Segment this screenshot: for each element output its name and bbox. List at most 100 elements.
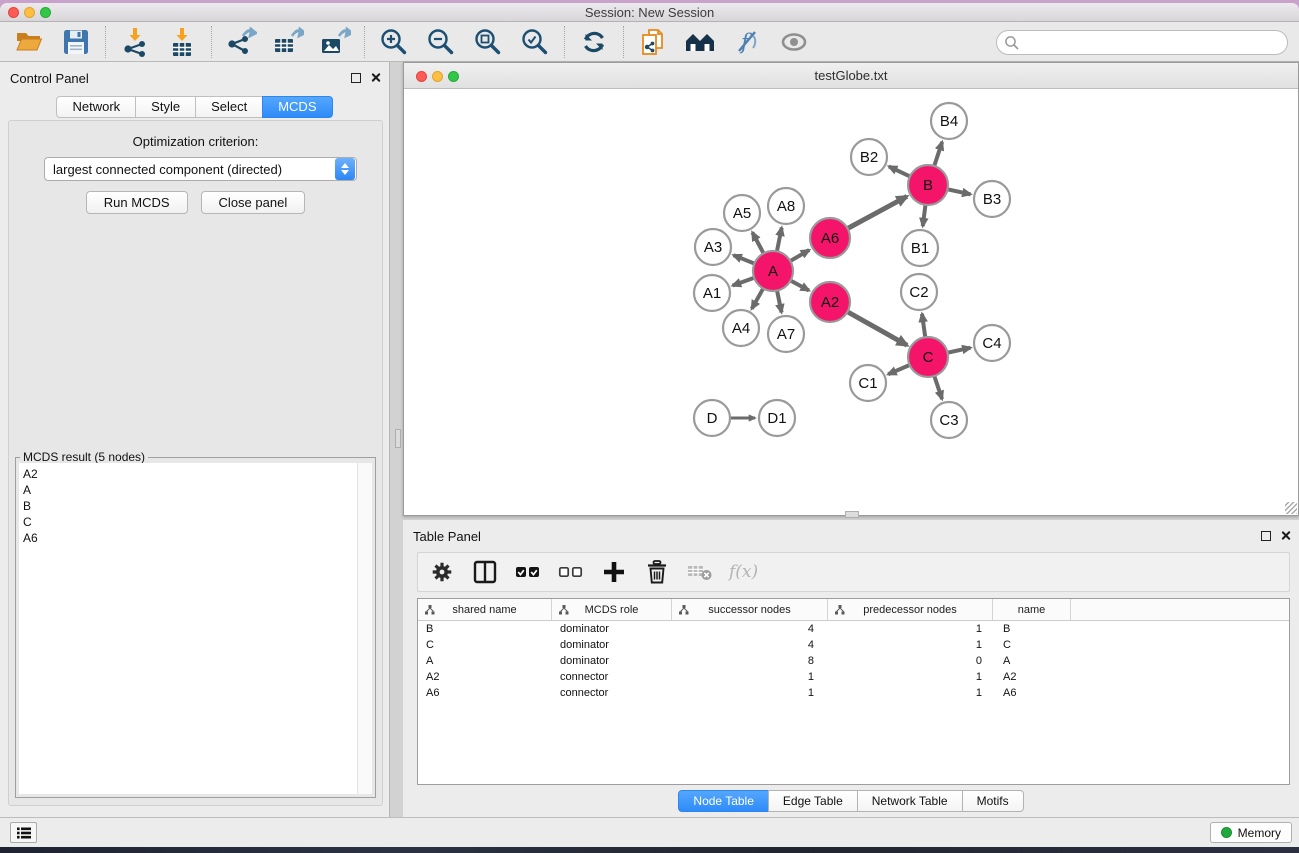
zoom-in-icon[interactable] bbox=[378, 26, 410, 58]
mcds-result-item[interactable]: A2 bbox=[23, 466, 372, 482]
app-titlebar[interactable]: Session: New Session bbox=[0, 3, 1299, 22]
zoom-window-button[interactable] bbox=[40, 7, 51, 18]
import-network-icon[interactable] bbox=[119, 26, 151, 58]
graph-node-C1[interactable]: C1 bbox=[850, 365, 886, 401]
graph-node-A6[interactable]: A6 bbox=[810, 218, 850, 258]
gear-icon[interactable] bbox=[428, 558, 456, 586]
table-row[interactable]: Cdominator41C bbox=[418, 637, 1289, 653]
columns-icon[interactable] bbox=[471, 558, 499, 586]
network-minimize-button[interactable] bbox=[432, 71, 443, 82]
tab-select[interactable]: Select bbox=[195, 96, 263, 118]
table-panel-tabs: Node Table Edge Table Network Table Moti… bbox=[403, 790, 1299, 812]
column-header-successor-nodes[interactable]: successor nodes bbox=[672, 599, 828, 620]
optimization-criterion-dropdown[interactable]: largest connected component (directed) bbox=[44, 157, 357, 181]
graph-node-A5[interactable]: A5 bbox=[724, 195, 760, 231]
window-resize-grip[interactable] bbox=[1285, 502, 1297, 514]
svg-text:B4: B4 bbox=[940, 113, 958, 130]
svg-text:C: C bbox=[923, 349, 934, 366]
table-toolbar: f(x) bbox=[417, 552, 1290, 592]
delete-table-icon[interactable] bbox=[686, 558, 714, 586]
import-table-icon[interactable] bbox=[166, 26, 198, 58]
zoom-fit-icon[interactable] bbox=[472, 26, 504, 58]
export-network-icon[interactable] bbox=[225, 26, 257, 58]
minimize-window-button[interactable] bbox=[24, 7, 35, 18]
select-all-icon[interactable] bbox=[514, 558, 542, 586]
column-header-predecessor-nodes[interactable]: predecessor nodes bbox=[828, 599, 993, 620]
save-icon[interactable] bbox=[60, 26, 92, 58]
table-row[interactable]: Adominator80A bbox=[418, 653, 1289, 669]
tab-style[interactable]: Style bbox=[135, 96, 196, 118]
vertical-splitter-grip[interactable] bbox=[395, 429, 401, 448]
graph-node-A7[interactable]: A7 bbox=[768, 316, 804, 352]
graph-node-C[interactable]: C bbox=[908, 337, 948, 377]
graph-node-D1[interactable]: D1 bbox=[759, 400, 795, 436]
task-history-button[interactable] bbox=[10, 822, 37, 843]
close-panel-icon[interactable] bbox=[370, 72, 381, 83]
tab-mcds[interactable]: MCDS bbox=[262, 96, 332, 118]
column-header-shared-name[interactable]: shared name bbox=[418, 599, 552, 620]
run-mcds-button[interactable]: Run MCDS bbox=[86, 191, 188, 214]
hide-graphics-details-icon[interactable]: f bbox=[731, 26, 763, 58]
mcds-result-item[interactable]: A6 bbox=[23, 530, 372, 546]
export-table-icon[interactable] bbox=[272, 26, 304, 58]
graph-node-B2[interactable]: B2 bbox=[851, 139, 887, 175]
export-image-icon[interactable] bbox=[319, 26, 351, 58]
graph-node-A1[interactable]: A1 bbox=[694, 275, 730, 311]
network-window-titlebar[interactable]: testGlobe.txt bbox=[404, 63, 1298, 89]
zoom-selected-icon[interactable] bbox=[519, 26, 551, 58]
close-panel-button[interactable]: Close panel bbox=[201, 191, 306, 214]
network-close-button[interactable] bbox=[416, 71, 427, 82]
memory-button[interactable]: Memory bbox=[1210, 822, 1292, 843]
graph-node-A2[interactable]: A2 bbox=[810, 282, 850, 322]
shared-column-icon bbox=[835, 605, 845, 615]
graph-node-B1[interactable]: B1 bbox=[902, 230, 938, 266]
graph-node-A3[interactable]: A3 bbox=[695, 229, 731, 265]
zoom-out-icon[interactable] bbox=[425, 26, 457, 58]
memory-status-icon bbox=[1221, 827, 1232, 838]
graph-node-A4[interactable]: A4 bbox=[723, 310, 759, 346]
tab-motifs[interactable]: Motifs bbox=[962, 790, 1024, 812]
birds-eye-icon[interactable] bbox=[778, 26, 810, 58]
show-all-views-icon[interactable] bbox=[684, 26, 716, 58]
graph-node-A8[interactable]: A8 bbox=[768, 188, 804, 224]
graph-node-A[interactable]: A bbox=[753, 251, 793, 291]
network-canvas[interactable]: A A1 A2 A3 A4 A5 A6 A7 A8 B B1 B2 B3 B4 C C1 C2 C3 C4 D D1 bbox=[404, 89, 1298, 515]
column-header-name[interactable]: name bbox=[993, 599, 1071, 620]
column-header-mcds-role[interactable]: MCDS role bbox=[552, 599, 672, 620]
function-builder-icon[interactable]: f(x) bbox=[729, 562, 758, 582]
float-panel-icon[interactable] bbox=[351, 73, 361, 83]
svg-text:A: A bbox=[768, 263, 778, 280]
float-panel-icon[interactable] bbox=[1261, 531, 1271, 541]
mcds-result-item[interactable]: B bbox=[23, 498, 372, 514]
open-icon[interactable] bbox=[13, 26, 45, 58]
mcds-result-scrollbar[interactable] bbox=[357, 463, 372, 794]
close-window-button[interactable] bbox=[8, 7, 19, 18]
mcds-result-item[interactable]: C bbox=[23, 514, 372, 530]
clone-network-icon[interactable] bbox=[637, 26, 669, 58]
refresh-icon[interactable] bbox=[578, 26, 610, 58]
search-input[interactable] bbox=[1020, 33, 1287, 53]
tab-network[interactable]: Network bbox=[56, 96, 136, 118]
column-header-filler bbox=[1071, 599, 1289, 620]
horizontal-splitter-grip[interactable] bbox=[845, 511, 859, 518]
graph-node-D[interactable]: D bbox=[694, 400, 730, 436]
table-row[interactable]: A2connector11A2 bbox=[418, 669, 1289, 685]
mcds-result-item[interactable]: A bbox=[23, 482, 372, 498]
tab-network-table[interactable]: Network Table bbox=[857, 790, 963, 812]
close-panel-icon[interactable] bbox=[1280, 530, 1291, 541]
graph-node-B4[interactable]: B4 bbox=[931, 103, 967, 139]
graph-node-C3[interactable]: C3 bbox=[931, 402, 967, 438]
graph-node-C2[interactable]: C2 bbox=[901, 274, 937, 310]
delete-icon[interactable] bbox=[643, 558, 671, 586]
table-row[interactable]: A6connector11A6 bbox=[418, 685, 1289, 701]
tab-node-table[interactable]: Node Table bbox=[678, 790, 769, 812]
svg-text:D1: D1 bbox=[767, 410, 786, 427]
graph-node-C4[interactable]: C4 bbox=[974, 325, 1010, 361]
graph-node-B3[interactable]: B3 bbox=[974, 181, 1010, 217]
tab-edge-table[interactable]: Edge Table bbox=[768, 790, 858, 812]
graph-node-B[interactable]: B bbox=[908, 165, 948, 205]
add-column-icon[interactable] bbox=[600, 558, 628, 586]
unselect-all-icon[interactable] bbox=[557, 558, 585, 586]
table-row[interactable]: Bdominator41B bbox=[418, 621, 1289, 637]
network-zoom-button[interactable] bbox=[448, 71, 459, 82]
